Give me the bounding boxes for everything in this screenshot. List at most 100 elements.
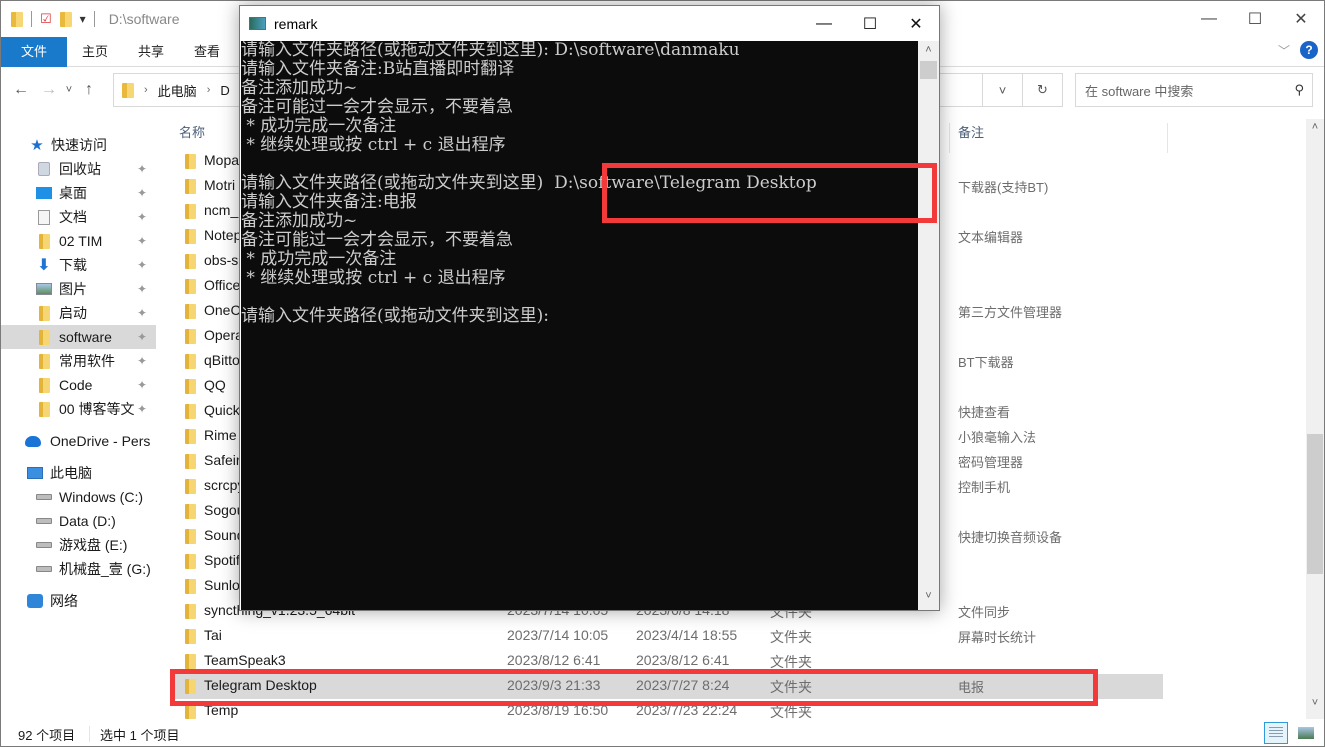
file-remark: BT下载器 (958, 355, 1014, 370)
console-maximize-button[interactable]: ☐ (847, 6, 893, 41)
pin-icon[interactable]: ✦ (137, 186, 147, 200)
sidebar-item[interactable]: 此电脑 (1, 461, 156, 485)
file-name: Quick (204, 402, 240, 418)
tab-home[interactable]: 主页 (67, 37, 123, 67)
pin-icon[interactable]: ✦ (137, 282, 147, 296)
folder-icon (122, 82, 134, 98)
expand-ribbon-icon[interactable]: ﹀ (1278, 42, 1290, 59)
new-folder-icon[interactable] (59, 11, 72, 27)
tab-view[interactable]: 查看 (179, 37, 235, 67)
help-icon[interactable]: ? (1300, 41, 1318, 59)
sidebar-item[interactable]: ⬇ 下载 ✦ (1, 253, 156, 277)
file-remark: 密码管理器 (958, 455, 1024, 470)
folder-icon (185, 304, 196, 319)
column-header-remark[interactable]: 备注 (958, 119, 984, 147)
recent-locations-button[interactable]: ˅ (61, 84, 77, 96)
sidebar-item[interactable]: 回收站 ✦ (1, 157, 156, 181)
search-input[interactable]: 在 software 中搜索 ⚲ (1075, 73, 1313, 107)
sidebar-item[interactable]: 游戏盘 (E:) (1, 533, 156, 557)
maximize-button[interactable]: ☐ (1232, 1, 1278, 37)
minimize-button[interactable]: — (1186, 1, 1232, 37)
recycle-bin-icon-glyph (38, 162, 50, 176)
folder-icon (36, 233, 52, 249)
sidebar-item[interactable]: 桌面 ✦ (1, 181, 156, 205)
refresh-button[interactable]: ↻ (1022, 74, 1062, 106)
file-list-scrollbar[interactable]: ˄ ˅ (1306, 119, 1324, 719)
pin-icon[interactable]: ✦ (137, 234, 147, 248)
tab-share[interactable]: 共享 (123, 37, 179, 67)
file-row[interactable]: Tai 2023/7/14 10:05 2023/4/14 18:55 文件夹 屏幕时长… (171, 624, 1163, 649)
sidebar-item[interactable]: 02 TIM ✦ (1, 229, 156, 253)
sidebar-item[interactable]: 机械盘_壹 (G:) (1, 557, 156, 581)
star-icon: ★ (29, 137, 45, 154)
sidebar-item-label: 02 TIM (59, 233, 103, 249)
console-line: 请输入文件夹路径(或拖动文件夹到这里): (241, 306, 549, 326)
sidebar-item-label: software (59, 329, 112, 345)
folder-icon (11, 11, 23, 27)
folder-icon (36, 377, 52, 393)
search-icon[interactable]: ⚲ (1294, 82, 1304, 98)
scroll-up-icon[interactable]: ˄ (1306, 121, 1324, 139)
sidebar-item[interactable]: Windows (C:) (1, 485, 156, 509)
file-remark: 文本编辑器 (958, 230, 1024, 245)
scroll-up-icon[interactable]: ˄ (918, 44, 939, 62)
column-divider[interactable] (1167, 123, 1168, 153)
close-button[interactable]: ✕ (1278, 1, 1324, 37)
pin-icon[interactable]: ✦ (137, 354, 147, 368)
sidebar-item[interactable]: 常用软件 ✦ (1, 349, 156, 373)
folder-icon (36, 305, 52, 321)
console-titlebar: remark — ☐ ✕ (240, 6, 939, 41)
onedrive-icon (25, 433, 41, 449)
pin-icon[interactable]: ✦ (137, 330, 147, 344)
sidebar-item[interactable]: 网络 (1, 589, 156, 613)
details-view-button[interactable] (1264, 722, 1288, 744)
chevron-right-icon: › (206, 84, 211, 96)
forward-button[interactable]: → (37, 81, 61, 99)
back-button[interactable]: ← (9, 81, 33, 99)
this-pc-icon (27, 465, 43, 481)
scrollbar-thumb[interactable] (920, 61, 937, 79)
sidebar-item[interactable]: 文档 ✦ (1, 205, 156, 229)
customize-toolbar-icon[interactable]: ▾ (80, 12, 86, 26)
console-scrollbar[interactable]: ˄ ˅ (918, 41, 939, 610)
folder-icon (185, 229, 196, 244)
folder-icon (185, 554, 196, 569)
file-name: Mopa (204, 152, 240, 168)
sidebar-item[interactable]: Data (D:) (1, 509, 156, 533)
scroll-down-icon[interactable]: ˅ (1306, 697, 1324, 715)
drive-icon-glyph (36, 566, 52, 572)
console-output[interactable]: 请输入文件夹路径(或拖动文件夹到这里): D:\software\danmaku… (241, 41, 918, 610)
sidebar-item[interactable]: 启动 ✦ (1, 301, 156, 325)
console-close-button[interactable]: ✕ (893, 6, 939, 41)
search-placeholder: 在 software 中搜索 (1085, 83, 1194, 99)
folder-icon-glyph (38, 329, 50, 345)
details-view-icon (1269, 727, 1283, 739)
pin-icon[interactable]: ✦ (137, 378, 147, 392)
breadcrumb-this-pc[interactable]: 此电脑 (158, 81, 197, 100)
pin-icon[interactable]: ✦ (137, 162, 147, 176)
folder-icon (185, 404, 196, 419)
pin-icon[interactable]: ✦ (137, 258, 147, 272)
sidebar-item[interactable]: Code ✦ (1, 373, 156, 397)
up-button[interactable]: ↑ (77, 81, 101, 99)
sidebar-item[interactable]: ★ 快速访问 (1, 133, 156, 157)
scroll-down-icon[interactable]: ˅ (918, 590, 939, 608)
large-icons-view-button[interactable] (1294, 722, 1318, 744)
pin-icon[interactable]: ✦ (137, 306, 147, 320)
tab-file[interactable]: 文件 (1, 36, 67, 67)
sidebar-item[interactable]: 00 博客等文 ✦ (1, 397, 156, 421)
breadcrumb-drive[interactable]: D (220, 83, 229, 98)
console-minimize-button[interactable]: — (801, 6, 847, 41)
sidebar-item[interactable]: 图片 ✦ (1, 277, 156, 301)
recycle-bin-icon (36, 161, 52, 177)
pin-icon[interactable]: ✦ (137, 210, 147, 224)
column-header-name[interactable]: 名称 (179, 119, 205, 147)
properties-icon[interactable]: ☑ (40, 11, 52, 27)
sidebar-item[interactable]: software ✦ (1, 325, 156, 349)
pin-icon[interactable]: ✦ (137, 402, 147, 416)
address-dropdown-button[interactable]: ˅ (982, 74, 1022, 106)
file-name: OneC (204, 302, 241, 318)
file-name: TeamSpeak3 (204, 652, 286, 668)
scrollbar-thumb[interactable] (1307, 434, 1323, 574)
sidebar-item[interactable]: OneDrive - Pers (1, 429, 156, 453)
